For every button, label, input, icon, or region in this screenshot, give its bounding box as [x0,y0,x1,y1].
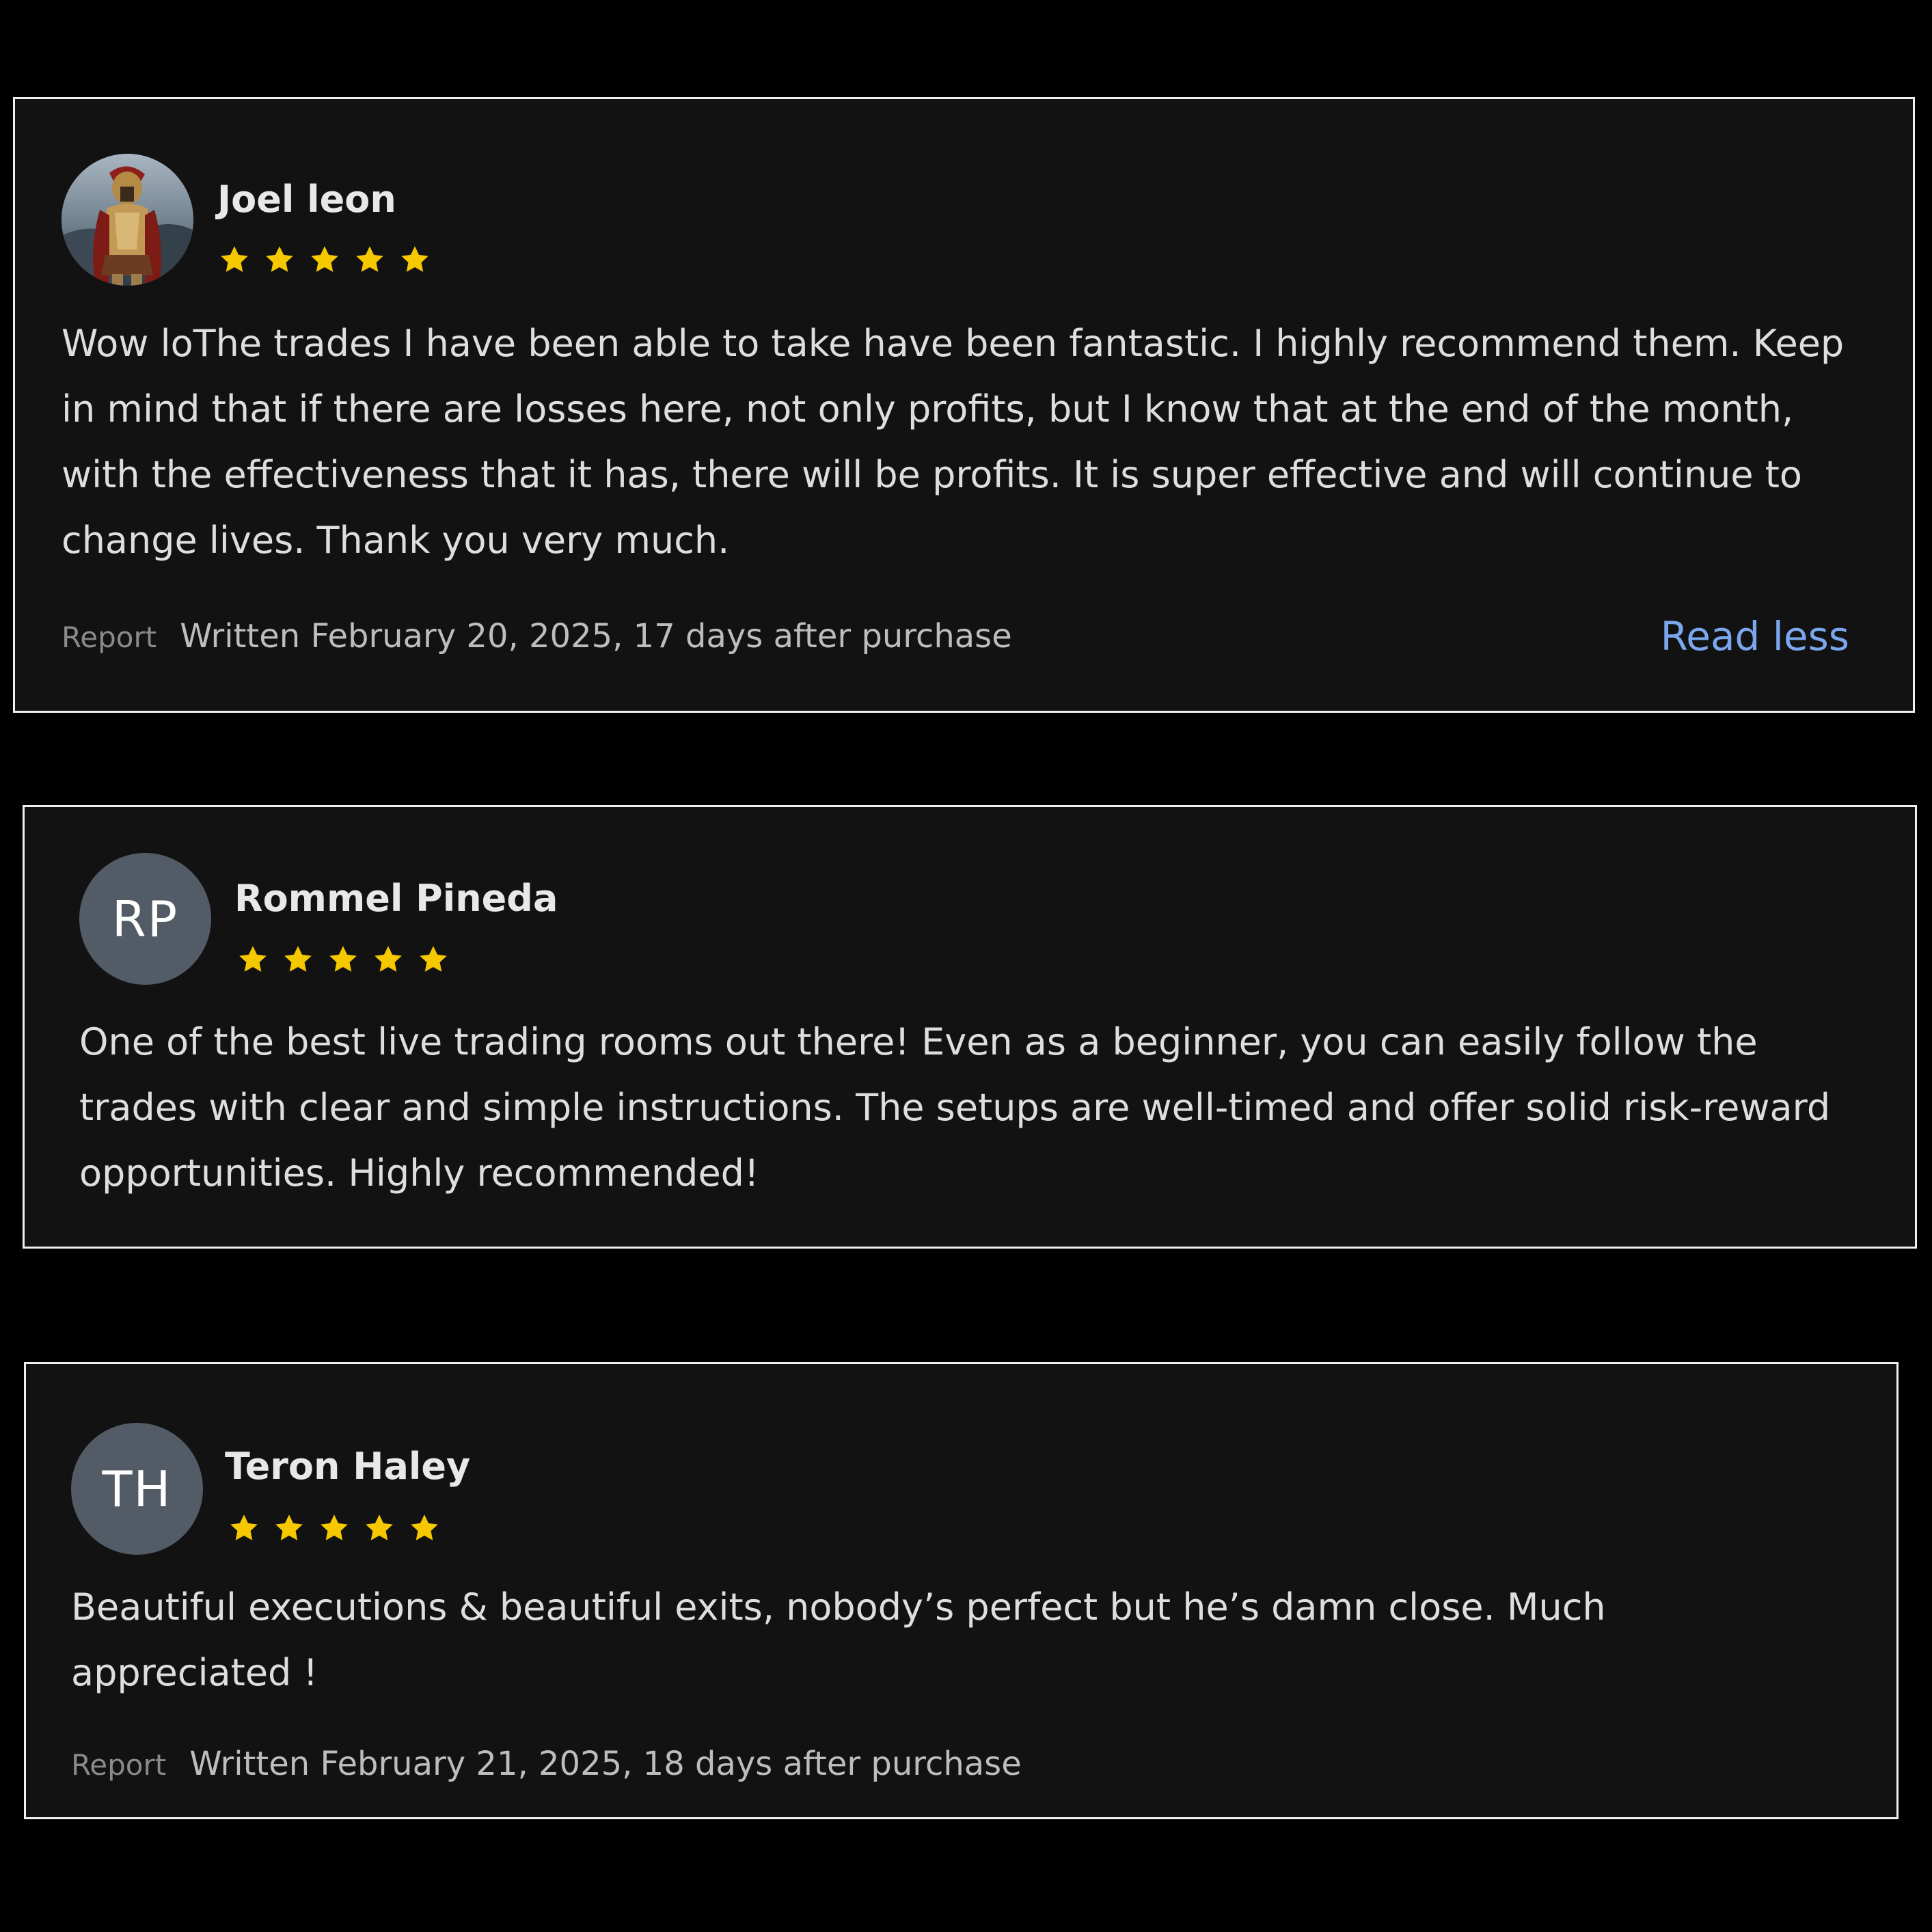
avatar: RP [79,853,211,985]
reviewer-name: Rommel Pineda [234,877,558,920]
star-icon [321,1514,348,1540]
star-icon [411,1514,438,1540]
written-date: Written February 20, 2025, 17 days after… [180,617,1012,655]
star-icon [221,246,248,272]
reviewer-name: Joel leon [217,178,396,221]
avatar [62,154,193,286]
star-icon [266,246,293,272]
star-icon [401,246,428,272]
star-icon [420,946,447,972]
star-icon [356,246,383,272]
report-link[interactable]: Report [71,1748,166,1782]
star-icon [311,246,338,272]
reviewer-name: Teron Haley [225,1445,471,1488]
review-card: Joel leon Wow loThe trades I have been a… [13,97,1915,713]
read-less-link[interactable]: Read less [1661,613,1849,659]
avatar-initials: TH [102,1460,172,1518]
star-icon [284,946,312,972]
star-rating [217,243,432,277]
spartan-warrior-photo [62,154,193,286]
review-footer: Report Written February 21, 2025, 18 day… [71,1745,1022,1783]
review-text: Wow loThe trades I have been able to tak… [62,322,1845,562]
star-icon [329,946,357,972]
review-text: Beautiful executions & beautiful exits, … [71,1586,1606,1694]
review-text: One of the best live trading rooms out t… [79,1020,1831,1195]
review-card: TH Teron Haley Beautiful executions & be… [24,1362,1899,1819]
star-icon [375,946,402,972]
report-link[interactable]: Report [62,621,157,654]
review-footer: Report Written February 20, 2025, 17 day… [62,617,1012,655]
star-icon [275,1514,303,1540]
star-icon [239,946,267,972]
review-card: RP Rommel Pineda One of the best live tr… [23,805,1917,1249]
star-rating [236,942,450,977]
avatar-initials: RP [111,890,179,948]
written-date: Written February 21, 2025, 18 days after… [189,1745,1022,1783]
star-icon [230,1514,258,1540]
star-rating [227,1511,441,1545]
avatar: TH [71,1423,203,1555]
star-icon [366,1514,393,1540]
